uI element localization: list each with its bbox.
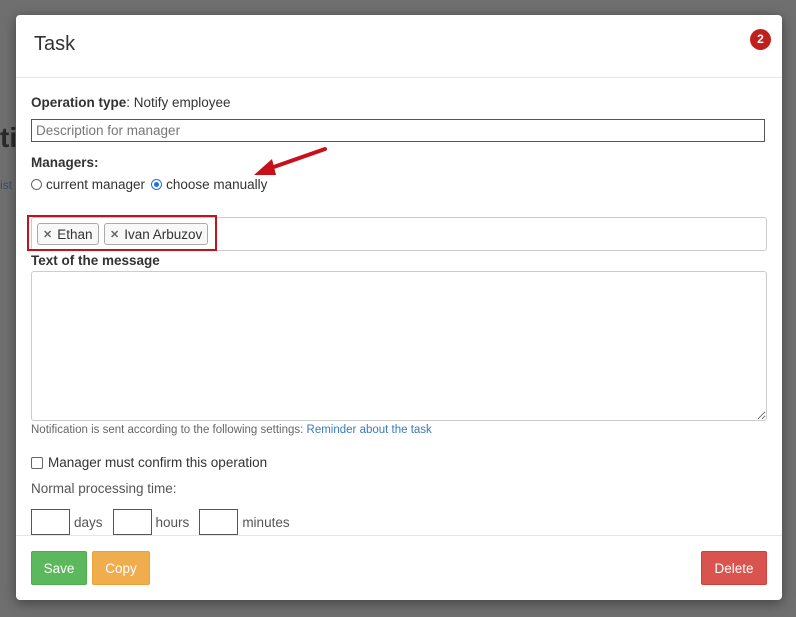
notification-badge[interactable]: 2 — [750, 29, 771, 50]
minutes-input[interactable] — [199, 509, 239, 535]
task-modal: Task 2 Operation type: Notify employee M… — [16, 15, 782, 600]
confirm-checkbox[interactable] — [31, 456, 43, 469]
radio-current-manager-label: current manager — [46, 177, 146, 192]
hours-input[interactable] — [112, 509, 152, 535]
description-input[interactable] — [31, 119, 765, 142]
background-text-fragment: ist — [0, 178, 12, 192]
copy-button[interactable]: Copy — [92, 551, 150, 585]
managers-radio-group: current manager choose manually — [31, 177, 273, 192]
background-heading-fragment: ti — [0, 122, 18, 153]
reminder-link[interactable]: Reminder about the task — [307, 424, 432, 436]
save-button[interactable]: Save — [31, 551, 87, 585]
modal-header: Task 2 — [16, 15, 782, 78]
operation-type-label: Operation type — [31, 95, 127, 110]
minutes-label: minutes — [242, 514, 290, 530]
modal-footer: Save Copy Delete — [16, 535, 782, 600]
delete-button[interactable]: Delete — [701, 551, 767, 585]
message-label: Text of the message — [31, 253, 160, 268]
annotation-arrow-icon — [254, 147, 327, 175]
radio-choose-manually-control[interactable] — [151, 179, 163, 190]
processing-time-row: days hours minutes — [31, 509, 300, 535]
operation-type-value: : Notify employee — [126, 95, 231, 110]
message-textarea[interactable] — [31, 271, 767, 421]
highlight-box — [27, 215, 217, 251]
days-label: days — [74, 514, 103, 530]
notice-text: Notification is sent according to the fo… — [31, 424, 307, 436]
radio-current-manager[interactable]: current manager — [31, 177, 145, 192]
notification-notice: Notification is sent according to the fo… — [31, 424, 432, 436]
confirm-label: Manager must confirm this operation — [48, 455, 268, 470]
hours-label: hours — [155, 514, 190, 530]
modal-title: Task — [34, 33, 76, 55]
processing-time-label: Normal processing time: — [31, 481, 177, 496]
confirm-row[interactable]: Manager must confirm this operation — [31, 455, 267, 470]
managers-label: Managers: — [31, 155, 99, 170]
operation-type-row: Operation type: Notify employee — [31, 95, 231, 110]
days-input[interactable] — [31, 509, 70, 535]
radio-current-manager-control[interactable] — [31, 179, 42, 190]
